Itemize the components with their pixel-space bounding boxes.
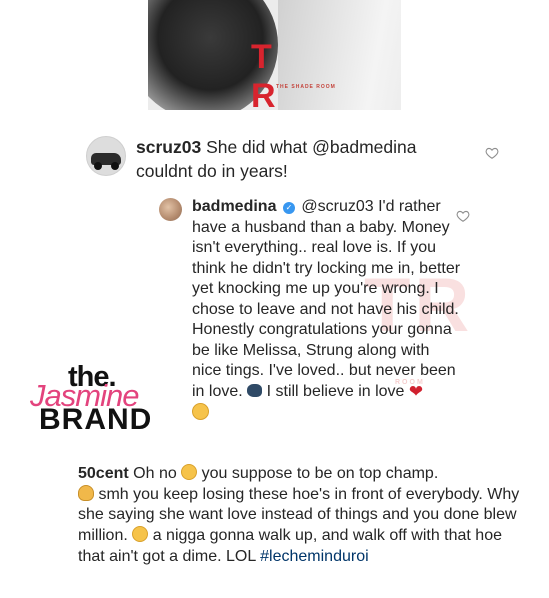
comment-50cent: 50cent Oh no you suppose to be on top ch… — [78, 464, 528, 568]
post-photo: T R THE SHADE ROOM — [148, 0, 401, 110]
verified-badge-icon: ✓ — [282, 202, 295, 214]
brand-brand: BRAND — [39, 403, 153, 436]
comment-text-tail: I still believe in love — [266, 382, 405, 400]
avatar-badmedina[interactable] — [159, 198, 182, 221]
comment-text: @scruz03 I'd rather have a husband than … — [192, 198, 461, 400]
avatar-scruz03[interactable] — [86, 136, 126, 176]
like-heart-icon[interactable] — [456, 209, 470, 223]
shade-room-logo-subtext: THE SHADE ROOM — [276, 84, 336, 90]
comment-text-2: you suppose to be on top champ. — [201, 465, 439, 482]
username-scruz03[interactable]: scruz03 — [136, 137, 201, 157]
jasmine-brand-watermark: the. Jasmine BRAND — [28, 362, 168, 442]
thinking-face-emoji-icon — [181, 464, 198, 480]
comment-badmedina: badmedina ✓ @scruz03 I'd rather have a h… — [192, 197, 462, 423]
comment-scruz03: scruz03 She did what @badmedina couldnt … — [136, 135, 456, 183]
red-heart-emoji-icon: ❤ — [408, 381, 424, 401]
hashtag-link[interactable]: #lecheminduroi — [260, 548, 369, 565]
speaking-head-emoji-icon — [247, 383, 263, 397]
username-badmedina[interactable]: badmedina — [192, 198, 276, 215]
kissing-face-emoji-icon — [192, 403, 209, 420]
laughing-face-emoji-icon — [132, 526, 149, 543]
username-50cent[interactable]: 50cent — [78, 465, 129, 482]
man-facepalming-emoji-icon — [78, 484, 94, 501]
like-heart-icon[interactable] — [485, 146, 499, 160]
comment-text-1: Oh no — [133, 465, 177, 482]
shade-room-logo: T R — [251, 38, 302, 110]
